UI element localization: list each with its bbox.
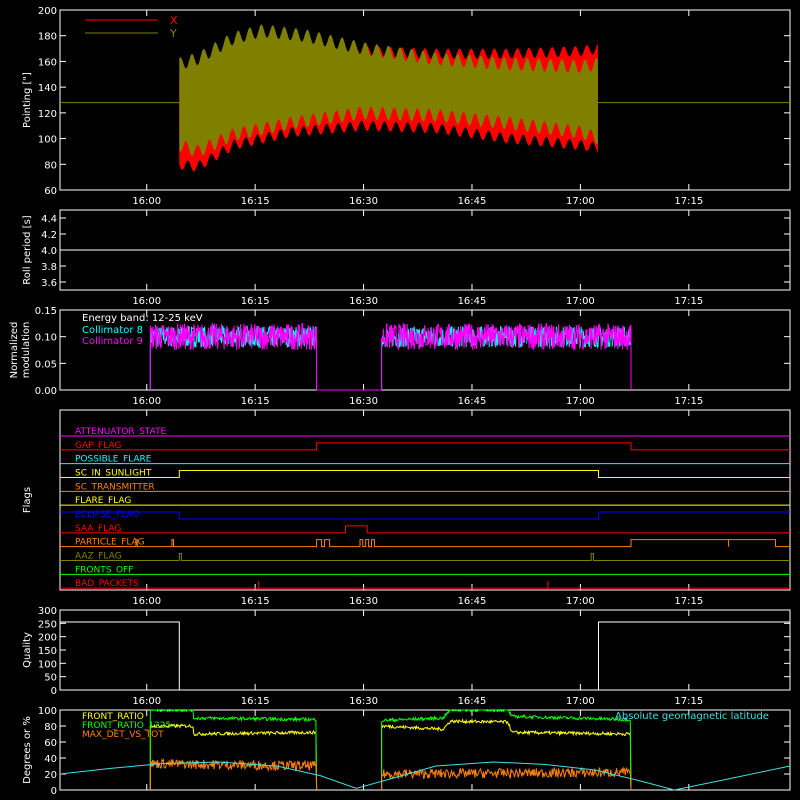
y-tick-label: 0.15 xyxy=(35,306,57,317)
y-tick-label: 150 xyxy=(38,646,57,657)
x-tick-label: 16:00 xyxy=(132,596,161,607)
y-tick-label: 4.2 xyxy=(41,230,57,241)
x-tick-label: 16:00 xyxy=(132,196,161,207)
legend-label-y: Y xyxy=(169,27,177,40)
y-tick-label: 0.05 xyxy=(35,359,57,370)
y-tick-label: 3.8 xyxy=(41,262,57,273)
x-tick-label: 17:15 xyxy=(674,696,703,707)
y-tick-label: 3.6 xyxy=(41,278,57,289)
x-tick-label: 16:15 xyxy=(241,596,270,607)
y-tick-label: 50 xyxy=(44,673,57,684)
x-tick-label: 17:00 xyxy=(566,196,595,207)
x-tick-label: 16:45 xyxy=(458,296,487,307)
x-tick-label: 16:30 xyxy=(349,396,378,407)
y-tick-label: 40 xyxy=(44,754,57,765)
y-tick-label: 0.10 xyxy=(35,333,57,344)
y-axis-label: Quality xyxy=(22,632,33,668)
y-tick-label: 100 xyxy=(38,659,57,670)
x-tick-label: 16:00 xyxy=(132,696,161,707)
latitude-label: Absolute geomagnetic latitude xyxy=(615,711,769,722)
y-tick-label: 160 xyxy=(38,57,57,68)
y-tick-label: 100 xyxy=(38,706,57,717)
figure-canvas: 16:00 16:15 16:30 16:45 17:00 17:15 60 80 100 120… xyxy=(0,0,800,800)
y-tick-label: 140 xyxy=(38,83,57,94)
x-tick-label: 16:30 xyxy=(349,596,378,607)
x-tick-label: 16:45 xyxy=(458,196,487,207)
y-axis-label: Pointing ["] xyxy=(22,72,33,128)
y-tick-label: 20 xyxy=(44,770,57,781)
y-tick-label: 300 xyxy=(38,606,57,617)
x-tick-label: 17:00 xyxy=(566,296,595,307)
y-axis-label: Degrees or % xyxy=(22,716,33,784)
y-tick-label: 80 xyxy=(44,722,57,733)
x-tick-label: 16:45 xyxy=(458,696,487,707)
x-tick-label: 16:30 xyxy=(349,696,378,707)
x-tick-label: 17:00 xyxy=(566,396,595,407)
x-tick-label: 16:00 xyxy=(132,296,161,307)
y-axis-label: Flags xyxy=(22,487,33,513)
x-tick-label: 16:15 xyxy=(241,196,270,207)
y-tick-label: 200 xyxy=(38,6,57,17)
x-tick-label: 16:15 xyxy=(241,696,270,707)
y-tick-label: 180 xyxy=(38,32,57,43)
legend-label-x: X xyxy=(170,14,178,27)
x-tick-label: 16:00 xyxy=(132,396,161,407)
y-tick-label: 0 xyxy=(51,686,57,697)
x-tick-label: 16:45 xyxy=(458,396,487,407)
y-tick-label: 4.0 xyxy=(41,246,57,257)
x-tick-label: 16:30 xyxy=(349,196,378,207)
x-tick-label: 17:15 xyxy=(674,296,703,307)
x-tick-label: 17:00 xyxy=(566,596,595,607)
legend-label: Collimator 9 xyxy=(82,336,143,347)
x-tick-label: 16:15 xyxy=(241,396,270,407)
y-tick-label: 60 xyxy=(44,738,57,749)
x-tick-label: 17:15 xyxy=(674,596,703,607)
x-tick-label: 17:00 xyxy=(566,696,595,707)
y-tick-label: 4.4 xyxy=(41,214,57,225)
y-axis-label: Normalizedmodulation xyxy=(9,322,32,379)
legend-title: Energy band: 12-25 keV xyxy=(82,313,203,324)
legend-label: MAX_DET_VS_TOT xyxy=(82,730,164,740)
y-tick-label: 60 xyxy=(44,186,57,197)
x-tick-label: 16:15 xyxy=(241,296,270,307)
y-axis-label: Roll period [s] xyxy=(22,215,33,284)
y-tick-label: 250 xyxy=(38,619,57,630)
y-tick-label: 200 xyxy=(38,633,57,644)
x-tick-label: 17:15 xyxy=(674,396,703,407)
y-tick-label: 0 xyxy=(51,786,57,797)
y-tick-label: 80 xyxy=(44,160,57,171)
y-tick-label: 120 xyxy=(38,109,57,120)
y-tick-label: 100 xyxy=(38,135,57,146)
y-tick-label: 0.00 xyxy=(35,386,57,397)
x-tick-label: 17:15 xyxy=(674,196,703,207)
x-tick-label: 16:30 xyxy=(349,296,378,307)
x-tick-label: 16:45 xyxy=(458,596,487,607)
legend-label: Collimator 8 xyxy=(82,325,143,336)
